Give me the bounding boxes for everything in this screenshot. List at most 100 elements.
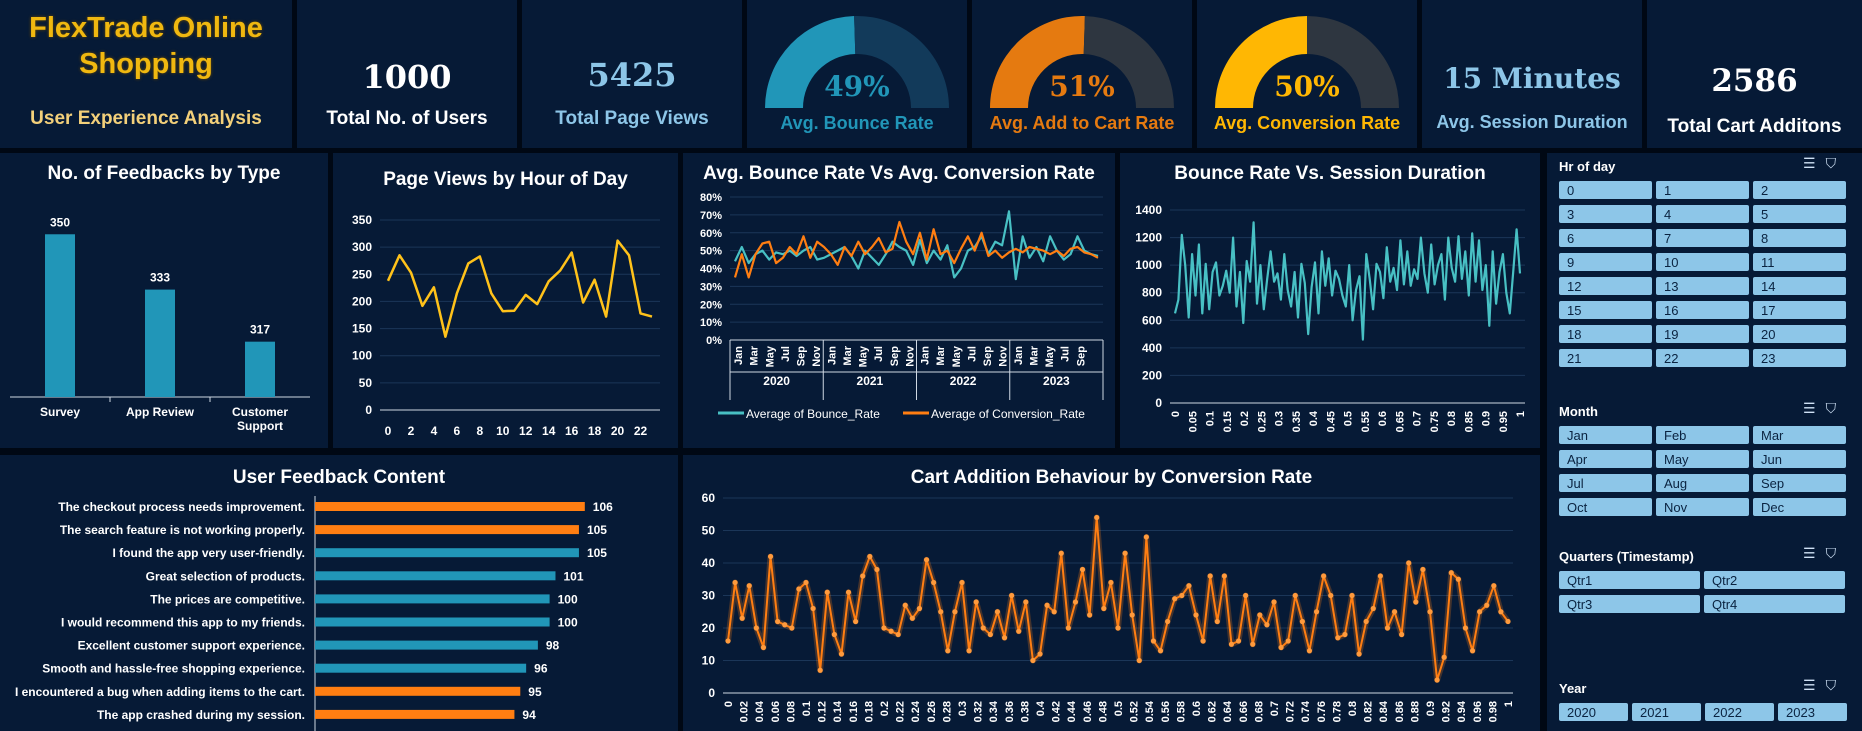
- clear-filter-icon[interactable]: ⛉: [1826, 155, 1837, 171]
- slicer-button[interactable]: 2023: [1778, 703, 1847, 721]
- slicer-button[interactable]: 15: [1559, 301, 1652, 319]
- x-tick-label: Jul: [1060, 346, 1072, 362]
- slicer-button[interactable]: Sep: [1753, 474, 1846, 492]
- data-point: [1257, 612, 1263, 618]
- slicer-button[interactable]: 2021: [1632, 703, 1701, 721]
- data-point: [1023, 599, 1029, 605]
- slicer-button[interactable]: Aug: [1656, 474, 1749, 492]
- multi-select-icon[interactable]: ☰: [1803, 400, 1816, 416]
- multi-select-icon[interactable]: ☰: [1803, 677, 1816, 693]
- slicer-button[interactable]: 22: [1656, 349, 1749, 367]
- slicer-button[interactable]: 11: [1753, 253, 1846, 271]
- slicer-button[interactable]: Nov: [1656, 498, 1749, 516]
- slicer-button[interactable]: May: [1656, 450, 1749, 468]
- dashboard-subtitle: User Experience Analysis: [30, 108, 262, 129]
- slicer-button[interactable]: Qtr3: [1559, 595, 1700, 613]
- slicer-button[interactable]: 4: [1656, 205, 1749, 223]
- slicer-button[interactable]: 14: [1753, 277, 1846, 295]
- slicer-button[interactable]: Dec: [1753, 498, 1846, 516]
- bounce-vs-session-panel: Bounce Rate Vs. Session Duration 0 200 400…: [1120, 153, 1540, 448]
- data-point: [1143, 534, 1149, 540]
- gauge-label: Avg. Conversion Rate: [1213, 113, 1401, 133]
- year-label: 2023: [1043, 374, 1070, 388]
- data-point: [753, 625, 759, 631]
- data-point: [1328, 592, 1334, 599]
- slicer-button[interactable]: Qtr4: [1704, 595, 1845, 613]
- x-tick-label: 0.7: [1269, 701, 1281, 716]
- slicer-button[interactable]: Jan: [1559, 426, 1652, 444]
- clear-filter-icon[interactable]: ⛉: [1826, 545, 1837, 561]
- data-point: [1030, 657, 1036, 664]
- y-tick-label: 70%: [700, 210, 722, 222]
- slicer-button[interactable]: 1: [1656, 181, 1749, 199]
- data-point: [1441, 654, 1447, 660]
- x-tick-label: 0.7: [1412, 411, 1424, 426]
- slicer-button[interactable]: 13: [1656, 277, 1749, 295]
- y-tick-label: 20%: [700, 299, 722, 311]
- gauge-value: 51%: [1049, 70, 1115, 103]
- data-point: [1455, 576, 1461, 582]
- slicer-button[interactable]: 7: [1656, 229, 1749, 247]
- bar: [315, 709, 515, 719]
- y-tick-label: 200: [1142, 368, 1162, 382]
- data-point: [1044, 602, 1050, 608]
- x-tick-label: 0.12: [817, 701, 829, 722]
- data-point: [824, 589, 830, 595]
- slicer-button[interactable]: Jun: [1753, 450, 1846, 468]
- bar: [245, 341, 275, 397]
- x-tick-label: 0.5: [1343, 411, 1355, 426]
- data-label: 96: [534, 662, 548, 676]
- slicer-button[interactable]: Jul: [1559, 474, 1652, 492]
- slicer-button[interactable]: Qtr2: [1704, 571, 1845, 589]
- slicer-button[interactable]: Apr: [1559, 450, 1652, 468]
- slicer-button[interactable]: Oct: [1559, 498, 1652, 516]
- slicer-button[interactable]: 6: [1559, 229, 1652, 247]
- slicer-button[interactable]: 18: [1559, 325, 1652, 343]
- data-point: [1207, 573, 1213, 579]
- gauge-label: Avg. Bounce Rate: [780, 113, 934, 133]
- slicer-button[interactable]: 20: [1753, 325, 1846, 343]
- data-point: [838, 651, 845, 657]
- data-label: 101: [563, 569, 583, 583]
- clear-filter-icon[interactable]: ⛉: [1826, 677, 1837, 693]
- slicer-button[interactable]: 9: [1559, 253, 1652, 271]
- x-tick-label: Sep: [982, 346, 994, 366]
- slicer-button[interactable]: 8: [1753, 229, 1846, 247]
- slicer-button[interactable]: 23: [1753, 349, 1846, 367]
- slicer-button[interactable]: 0: [1559, 181, 1652, 199]
- slicer-button[interactable]: Qtr1: [1559, 571, 1700, 589]
- x-tick-label: Jan: [920, 346, 932, 365]
- y-tick-label: 150: [352, 322, 372, 336]
- feedbacks-by-type-panel: No. of Feedbacks by Type 350 Survey 333 App…: [0, 153, 328, 448]
- x-tick-label: Mar: [935, 345, 947, 365]
- slicer-button[interactable]: 16: [1656, 301, 1749, 319]
- slicer-button[interactable]: 3: [1559, 205, 1652, 223]
- y-tick-label: The app crashed during my session.: [97, 708, 305, 722]
- slicer-button[interactable]: 2: [1753, 181, 1846, 199]
- kpi-value: 15 Minutes: [1443, 62, 1621, 95]
- x-tick-label: Sep: [889, 346, 901, 366]
- slicer-button[interactable]: 2022: [1705, 703, 1774, 721]
- bar: [315, 548, 579, 558]
- x-tick-label: 0.24: [910, 700, 922, 722]
- data-point: [845, 589, 852, 595]
- clear-filter-icon[interactable]: ⛉: [1826, 400, 1837, 416]
- slicer-button[interactable]: 21: [1559, 349, 1652, 367]
- x-tick-label: 0.88: [1409, 701, 1421, 722]
- slicer-button[interactable]: 17: [1753, 301, 1846, 319]
- multi-select-icon[interactable]: ☰: [1803, 545, 1816, 561]
- data-point: [1306, 648, 1313, 654]
- slicer-button[interactable]: 19: [1656, 325, 1749, 343]
- kpi-label: Total No. of Users: [326, 108, 488, 129]
- multi-select-icon[interactable]: ☰: [1803, 155, 1816, 171]
- kpi-total-page-views: 5425 Total Page Views: [522, 0, 742, 148]
- slicer-button[interactable]: 12: [1559, 277, 1652, 295]
- slicer-button[interactable]: Feb: [1656, 426, 1749, 444]
- data-point: [1235, 638, 1242, 644]
- slicer-button[interactable]: 10: [1656, 253, 1749, 271]
- slicer-button[interactable]: Mar: [1753, 426, 1846, 444]
- data-point: [980, 625, 986, 631]
- slicer-button[interactable]: 5: [1753, 205, 1846, 223]
- bar: [315, 594, 550, 604]
- slicer-button[interactable]: 2020: [1559, 703, 1628, 721]
